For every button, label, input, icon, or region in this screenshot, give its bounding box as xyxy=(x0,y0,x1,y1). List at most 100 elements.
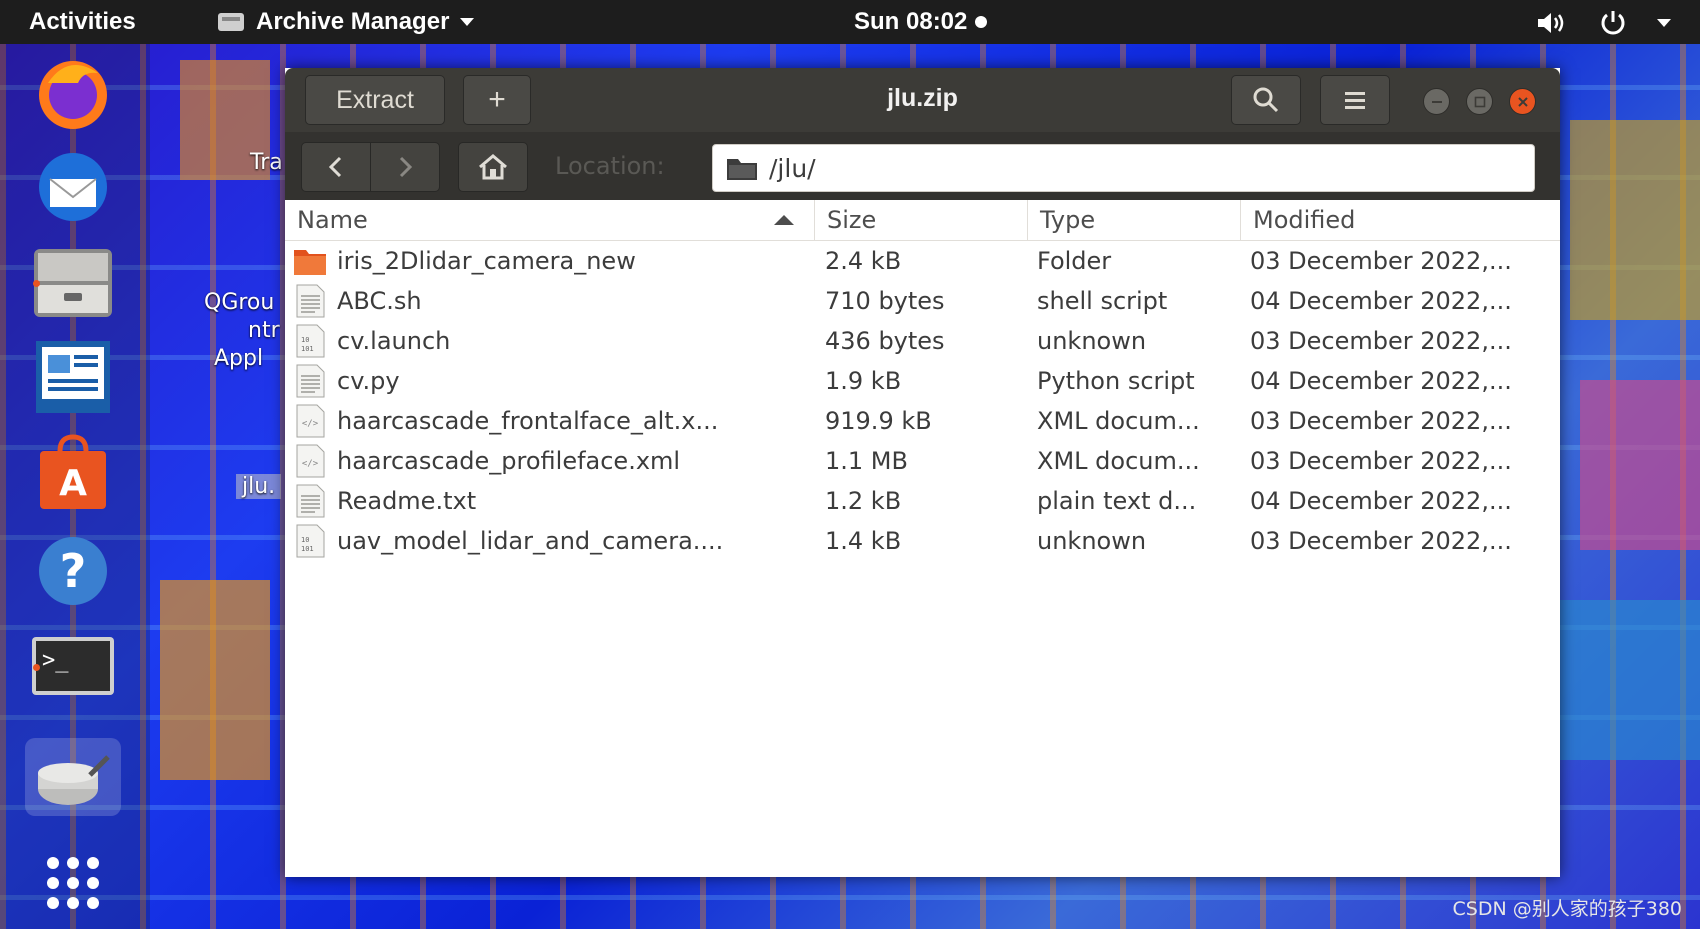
file-row[interactable]: </> haarcascade_frontalface_alt.x... 919.9… xyxy=(285,401,1560,441)
file-type: Python script xyxy=(1037,367,1195,395)
close-icon xyxy=(1517,96,1528,107)
file-type: unknown xyxy=(1037,527,1147,555)
binary-file-icon: 10 101 xyxy=(293,524,327,558)
file-list: Name Size Type Modified iris_2Dlidar_cam… xyxy=(285,200,1560,877)
column-name-label: Name xyxy=(297,206,368,234)
volume-icon[interactable] xyxy=(1536,9,1570,37)
maximize-icon xyxy=(1474,96,1485,107)
file-modified: 03 December 2022,... xyxy=(1250,407,1512,435)
file-name: cv.launch xyxy=(337,327,451,355)
file-row[interactable]: iris_2Dlidar_camera_new 2.4 kB Folder 03 De… xyxy=(285,241,1560,281)
wallpaper-patch xyxy=(1560,600,1700,760)
back-button[interactable] xyxy=(301,142,371,192)
search-button[interactable] xyxy=(1231,75,1301,125)
hamburger-menu-icon xyxy=(1345,92,1365,109)
file-row[interactable]: ABC.sh 710 bytes shell script 04 December 2… xyxy=(285,281,1560,321)
column-modified-label: Modified xyxy=(1253,206,1356,234)
file-modified: 04 December 2022,... xyxy=(1250,287,1512,315)
svg-text:10: 10 xyxy=(301,536,309,544)
desktop-app-label: Appl xyxy=(214,346,264,371)
desktop-app-label[interactable]: QGrou xyxy=(204,290,274,315)
dock-writer[interactable] xyxy=(25,338,121,416)
svg-text:?: ? xyxy=(60,544,87,598)
wallpaper-patch xyxy=(1580,380,1700,550)
file-modified: 03 December 2022,... xyxy=(1250,527,1512,555)
dock-thunderbird[interactable] xyxy=(25,148,121,226)
file-name: haarcascade_frontalface_alt.x... xyxy=(337,407,719,435)
extract-button[interactable]: Extract xyxy=(305,75,445,125)
svg-text:10: 10 xyxy=(301,336,309,344)
file-type: XML docum... xyxy=(1037,447,1200,475)
minimize-button[interactable] xyxy=(1423,88,1450,115)
svg-text:>_: >_ xyxy=(42,648,69,673)
column-size-header[interactable]: Size xyxy=(815,200,1028,240)
header-bar: Extract + jlu.zip xyxy=(285,68,1560,132)
watermark: CSDN @别人家的孩子380 xyxy=(1452,898,1682,920)
ubuntu-software-icon: A xyxy=(40,434,106,509)
power-icon[interactable] xyxy=(1598,8,1628,38)
dock-show-applications[interactable] xyxy=(25,844,121,922)
dock-software[interactable]: A xyxy=(25,434,121,512)
system-tray[interactable] xyxy=(1536,8,1672,38)
column-modified-header[interactable]: Modified xyxy=(1241,200,1560,240)
file-size: 1.4 kB xyxy=(825,527,902,555)
xml-file-icon: </> xyxy=(293,444,327,478)
file-modified: 04 December 2022,... xyxy=(1250,367,1512,395)
desktop-zip-label[interactable]: jlu. xyxy=(236,474,282,499)
clock[interactable]: Sun 08:02 xyxy=(854,8,988,36)
location-entry[interactable]: /jlu/ xyxy=(712,144,1535,192)
file-row[interactable]: 10 101 uav_model_lidar_and_camera.... 1.4 k… xyxy=(285,521,1560,561)
archive-manager-icon xyxy=(218,13,244,31)
file-type: plain text d... xyxy=(1037,487,1197,515)
file-type: Folder xyxy=(1037,247,1112,275)
text-file-icon xyxy=(293,484,327,518)
activities-button[interactable]: Activities xyxy=(29,8,136,36)
file-row[interactable]: cv.py 1.9 kB Python script 04 December 2022… xyxy=(285,361,1560,401)
close-button[interactable] xyxy=(1509,88,1536,115)
terminal-icon: >_ xyxy=(32,637,114,695)
dock-firefox[interactable] xyxy=(25,54,121,132)
sort-ascending-icon xyxy=(774,215,794,225)
dock-help[interactable]: ? xyxy=(25,532,121,610)
file-row[interactable]: Readme.txt 1.2 kB plain text d... 04 Decemb… xyxy=(285,481,1560,521)
minimize-icon xyxy=(1431,100,1442,103)
file-row[interactable]: </> haarcascade_profileface.xml 1.1 MB XML … xyxy=(285,441,1560,481)
menu-button[interactable] xyxy=(1320,75,1390,125)
column-name-header[interactable]: Name xyxy=(285,200,815,240)
app-menu-label: Archive Manager xyxy=(256,8,450,35)
chevron-down-icon[interactable] xyxy=(1656,18,1672,28)
maximize-button[interactable] xyxy=(1466,88,1493,115)
xml-file-icon: </> xyxy=(293,404,327,438)
dock-archive-manager[interactable] xyxy=(25,738,121,816)
help-icon: ? xyxy=(39,537,107,605)
file-modified: 03 December 2022,... xyxy=(1250,327,1512,355)
file-name: uav_model_lidar_and_camera.... xyxy=(337,527,724,555)
file-name: haarcascade_profileface.xml xyxy=(337,447,681,475)
dock-files[interactable] xyxy=(25,244,121,322)
svg-text:</>: </> xyxy=(302,459,319,469)
column-header: Name Size Type Modified xyxy=(285,200,1560,241)
column-type-header[interactable]: Type xyxy=(1028,200,1241,240)
file-size: 919.9 kB xyxy=(825,407,932,435)
file-name: iris_2Dlidar_camera_new xyxy=(337,247,636,275)
svg-text:101: 101 xyxy=(301,545,314,553)
app-menu[interactable]: Archive Manager xyxy=(216,8,475,36)
file-row[interactable]: 10 101 cv.launch 436 bytes unknown 03 Decembe… xyxy=(285,321,1560,361)
home-button[interactable] xyxy=(458,142,528,192)
thunderbird-icon xyxy=(39,153,107,221)
folder-icon xyxy=(293,244,327,278)
file-type: shell script xyxy=(1037,287,1168,315)
folder-icon xyxy=(727,159,757,180)
dock-terminal[interactable]: >_ xyxy=(25,628,121,706)
firefox-icon xyxy=(39,61,107,129)
add-files-button[interactable]: + xyxy=(463,75,531,125)
wallpaper-patch xyxy=(160,580,270,780)
desktop-trash-label[interactable]: Tra xyxy=(250,150,283,175)
file-name: Readme.txt xyxy=(337,487,477,515)
forward-button[interactable] xyxy=(370,142,440,192)
dock: A ? >_ xyxy=(0,44,150,929)
svg-text:101: 101 xyxy=(301,345,314,353)
clock-label: Sun 08:02 xyxy=(854,8,968,35)
home-icon xyxy=(479,154,507,180)
archive-manager-icon xyxy=(38,755,110,805)
